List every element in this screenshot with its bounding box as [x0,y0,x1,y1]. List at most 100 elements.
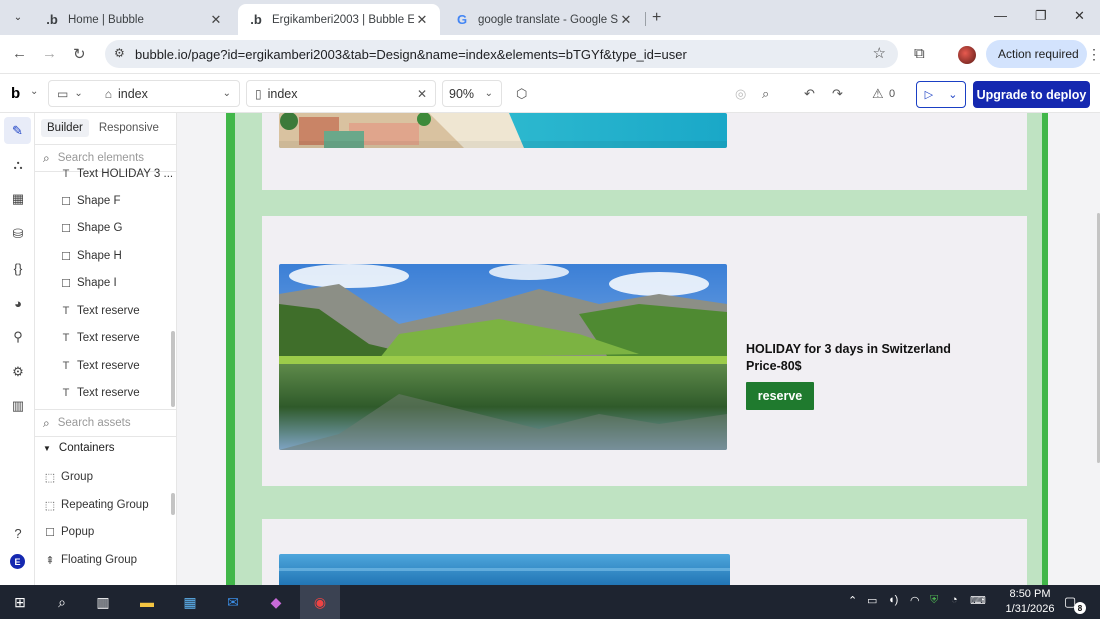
palette-icon[interactable]: ◕ [9,294,27,312]
check-circle-icon[interactable]: ◎ [735,86,746,102]
system-clock[interactable]: 8:50 PM 1/31/2026 [995,587,1065,617]
element-tree-item[interactable]: T Text reserve [59,328,140,348]
asset-label: Floating Group [61,554,138,566]
element-tree-item[interactable]: T Text reserve [59,356,140,376]
tab-builder[interactable]: Builder [41,119,89,137]
tab-bubble-editor[interactable]: .b Ergikamberi2003 | Bubble Editor ✕ [238,4,440,35]
close-icon[interactable]: ✕ [618,12,634,28]
window-close-icon[interactable]: ✕ [1074,8,1085,24]
outlook-icon[interactable]: ✉ [223,592,243,612]
wifi-icon[interactable]: ◠ [910,594,920,607]
element-tree-item[interactable]: T Text reserve [59,383,140,403]
preview-button[interactable]: ▷ ⌄ [916,81,966,108]
cube-icon[interactable]: ⬡ [516,86,527,102]
asset-group[interactable]: ⬚ Group [43,467,93,487]
workflow-icon[interactable]: ⛬ [9,156,27,174]
text-icon: T [62,387,70,399]
omnibox[interactable]: ⚙ bubble.io/page?id=ergikamberi2003&tab=… [105,40,898,68]
site-settings-icon[interactable]: ⚙ [114,46,125,60]
asset-label: Repeating Group [61,499,149,511]
holiday-card[interactable] [262,519,1027,585]
styles-icon[interactable]: ▦ [9,190,27,208]
element-tree-item[interactable]: ☐ Shape G [59,218,122,238]
tab-google-search[interactable]: G google translate - Google Search ✕ [444,4,644,35]
element-tree-item[interactable]: ☐ Shape I [59,273,117,293]
holiday-card-switzerland[interactable]: HOLIDAY for 3 days in Switzerland Price-… [262,216,1027,486]
close-icon[interactable]: ✕ [208,12,224,28]
element-tree-item[interactable]: ☐ Shape H [59,246,122,266]
reload-icon[interactable]: ↻ [73,45,86,63]
page-selector[interactable]: ▭ ⌄ ⌂ index ⌄ [48,80,240,107]
forward-icon[interactable]: → [42,45,57,62]
logs-chart-icon[interactable]: ▥ [9,397,27,415]
tab-home-bubble[interactable]: .b Home | Bubble ✕ [34,4,234,35]
file-explorer-icon[interactable]: ▬ [137,592,157,612]
zoom-selector[interactable]: 90% ⌄ [442,80,502,107]
settings-gear-icon[interactable]: ⚙ [9,363,27,381]
data-database-icon[interactable]: ⛁ [9,225,27,243]
search-icon[interactable]: ⌕ [52,592,72,612]
bookmark-star-icon[interactable]: ☆ [873,44,886,62]
asset-floating-group[interactable]: ⇞ Floating Group [43,550,137,570]
elements-scrollbar[interactable] [171,331,175,407]
battery-icon[interactable]: ▭ [867,594,877,607]
redo-icon[interactable]: ↷ [832,86,843,102]
show-hidden-icons-icon[interactable]: ⌃ [848,594,857,607]
chrome-icon[interactable]: ◉ [310,592,330,612]
bubble-logo-icon: .b [250,12,262,27]
tab-search-chevron-icon[interactable]: ⌄ [8,7,28,27]
app-tray-icon[interactable]: ◔ [951,594,958,606]
open-page-tab[interactable]: ▯ index ✕ [246,80,436,107]
element-tree-item[interactable]: T Text HOLIDAY 3 ... [59,164,173,184]
design-pencil-icon[interactable]: ✎ [4,117,31,144]
panel-tabs: Builder Responsive [41,119,165,137]
close-icon[interactable]: ✕ [414,12,430,28]
keyboard-icon[interactable]: ⌨ [970,594,986,607]
help-icon[interactable]: ? [9,524,27,542]
holiday-card[interactable] [262,113,1027,190]
warning-icon[interactable]: ⚠ [872,86,884,102]
holiday-card-text[interactable]: HOLIDAY for 3 days in Switzerland Price-… [746,341,951,375]
restore-icon[interactable]: ❐ [1035,8,1047,24]
url-text[interactable]: bubble.io/page?id=ergikamberi2003&tab=De… [135,47,687,62]
plugins-icon[interactable]: ⚲ [9,328,27,346]
profile-avatar[interactable] [958,46,976,64]
chrome-menu-icon[interactable]: ⋮ [1087,46,1100,63]
text-icon: T [62,168,70,180]
windows-start-icon[interactable]: ⊞ [10,592,30,612]
reserve-button[interactable]: reserve [746,382,814,410]
bubble-logo[interactable]: b [11,85,20,102]
asset-popup[interactable]: ☐ Popup [43,522,94,542]
minimize-icon[interactable]: — [994,8,1007,23]
notifications-icon[interactable]: ▢ 8 [1064,594,1086,614]
sea-image[interactable] [279,554,730,585]
assets-scrollbar[interactable] [171,493,175,515]
search-assets-input[interactable]: ⌕ Search assets [35,409,176,437]
containers-section-header[interactable]: ▼ Containers [43,442,115,454]
back-icon[interactable]: ← [12,45,27,62]
chevron-down-icon[interactable]: ⌄ [30,86,38,97]
asset-repeating-group[interactable]: ⬚ Repeating Group [43,495,149,515]
new-tab-button[interactable]: + [652,9,661,27]
extensions-icon[interactable]: ⧉ [914,45,925,62]
page-frame: HOLIDAY for 3 days in Switzerland Price-… [226,113,1048,585]
element-tree-item[interactable]: ☐ Shape F [59,191,120,211]
microsoft-365-icon[interactable]: ◆ [266,592,286,612]
volume-icon[interactable]: ◖) [888,594,898,606]
undo-icon[interactable]: ↶ [804,86,815,102]
task-view-icon[interactable]: ▥ [93,592,113,612]
tab-responsive[interactable]: Responsive [93,119,165,137]
code-braces-icon[interactable]: {} [9,259,27,277]
close-icon[interactable]: ✕ [417,87,427,101]
shape-icon: ☐ [61,250,71,263]
beach-resort-image[interactable] [279,113,727,148]
microsoft-store-icon[interactable]: ▦ [180,592,200,612]
element-tree-item[interactable]: T Text reserve [59,301,140,321]
upgrade-to-deploy-button[interactable]: Upgrade to deploy [973,81,1090,108]
search-icon[interactable]: ⌕ [762,86,769,102]
user-avatar[interactable]: E [10,554,25,569]
switzerland-lake-image[interactable] [279,264,727,450]
action-required-button[interactable]: Action required ⋮ [986,40,1100,68]
security-shield-icon[interactable]: ⛨ [930,594,938,607]
editor-canvas[interactable]: HOLIDAY for 3 days in Switzerland Price-… [177,113,1100,585]
